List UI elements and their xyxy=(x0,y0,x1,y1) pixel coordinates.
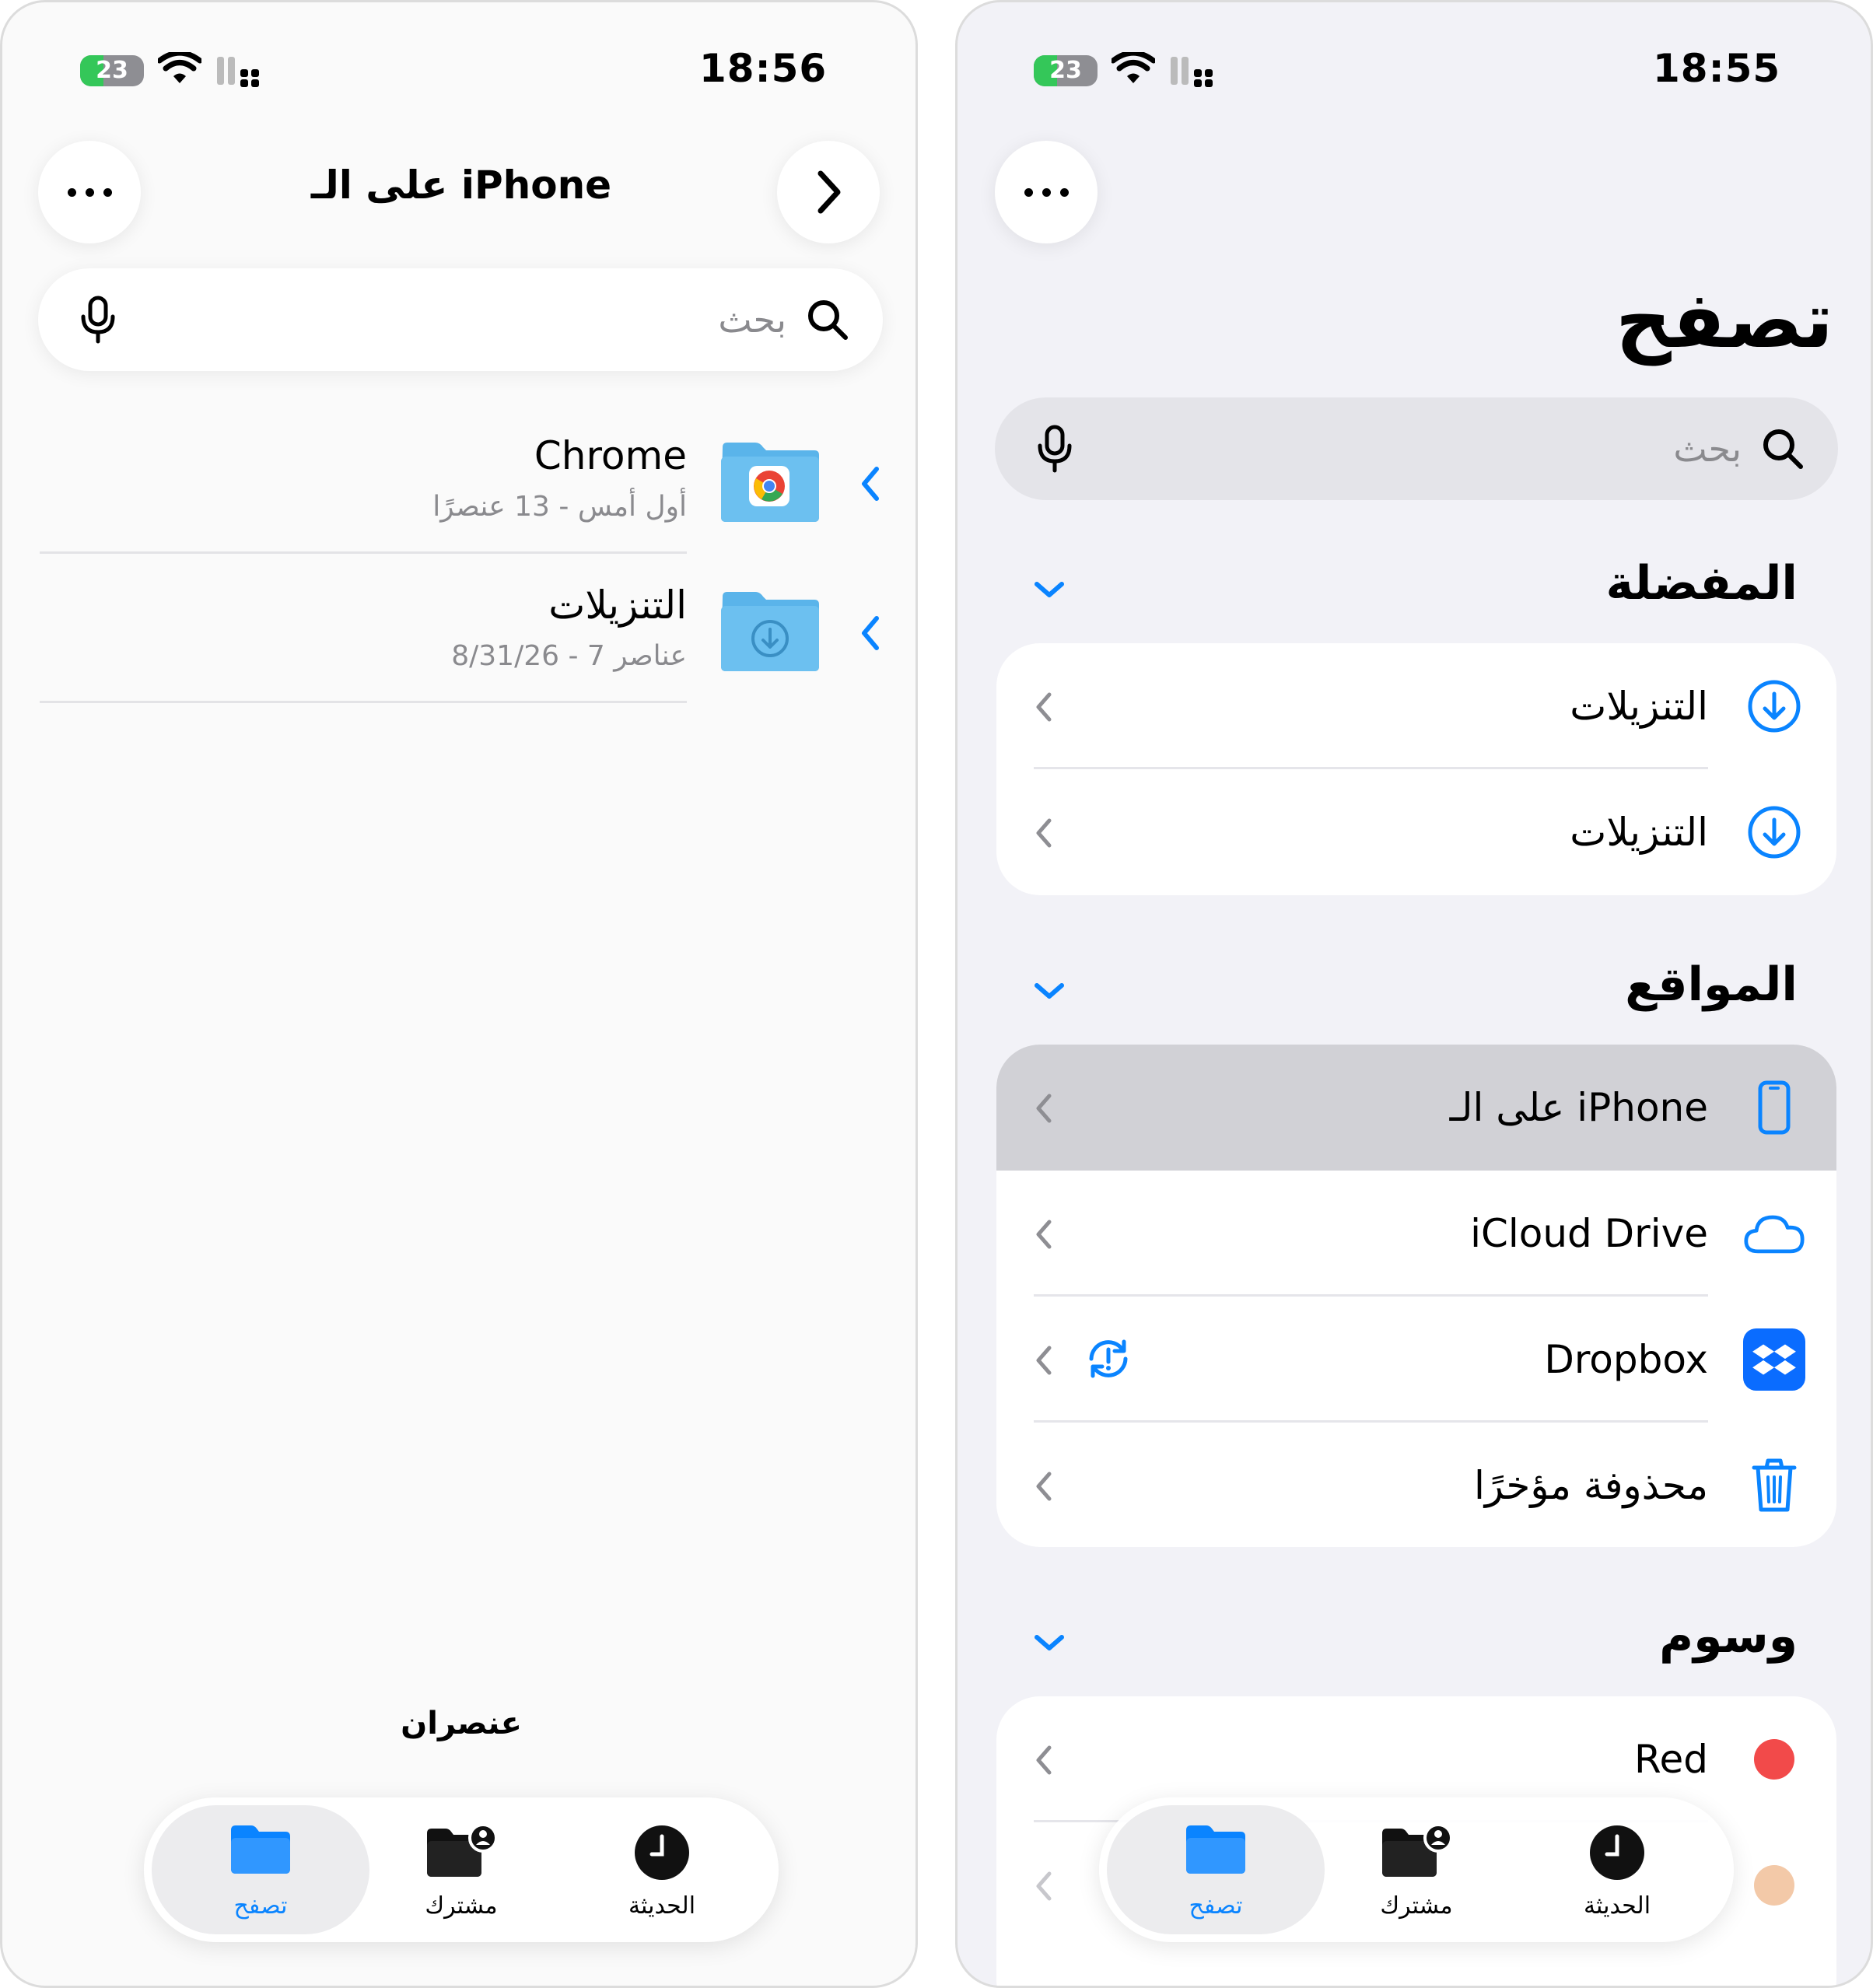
cloud-icon xyxy=(1743,1202,1805,1265)
section-title-tags: وسوم xyxy=(1659,1609,1798,1664)
iphone-icon xyxy=(1743,1076,1805,1139)
clock-icon xyxy=(635,1825,689,1880)
search-field[interactable]: بحث xyxy=(38,268,883,371)
chevron-left-icon xyxy=(1036,1745,1052,1775)
shared-folder-icon xyxy=(427,1824,497,1877)
sidebar-item-label: Dropbox xyxy=(1544,1337,1708,1382)
more-button[interactable] xyxy=(38,141,141,243)
chevron-down-icon[interactable] xyxy=(1032,979,1066,1003)
chevron-left-icon xyxy=(862,616,879,650)
right-screen: 23 18:55 تصفح بحث المفضلة التنزيلات التن… xyxy=(955,0,1873,1988)
dropbox-icon xyxy=(1743,1328,1805,1391)
red-tag-dot-icon xyxy=(1743,1728,1805,1790)
chevron-down-icon[interactable] xyxy=(1032,1631,1066,1654)
tab-label: الحديثة xyxy=(628,1892,696,1920)
tab-shared[interactable]: مشترك xyxy=(1308,1805,1525,1934)
status-time: 18:56 xyxy=(699,46,828,91)
orange-tag-dot-icon xyxy=(1743,1854,1805,1916)
chevron-left-icon xyxy=(1036,1220,1052,1249)
tab-bar: تصفح مشترك الحديثة xyxy=(1099,1797,1734,1942)
sidebar-item-recently-deleted[interactable]: محذوفة مؤخرًا xyxy=(996,1423,1836,1547)
shared-folder-icon xyxy=(1382,1824,1452,1877)
row-divider xyxy=(40,551,687,554)
sync-warning-icon[interactable] xyxy=(1084,1335,1133,1382)
locations-group: على الـ iPhone iCloud Drive Dropbox محذو… xyxy=(996,1045,1836,1547)
tab-label: مشترك xyxy=(425,1892,498,1920)
folder-icon xyxy=(1186,1825,1245,1874)
sidebar-item-label: التنزيلات xyxy=(1570,684,1708,729)
file-name: التنزيلات xyxy=(548,583,687,628)
large-title: تصفح xyxy=(1615,275,1833,366)
microphone-icon[interactable] xyxy=(1035,424,1074,474)
search-icon xyxy=(808,300,848,340)
download-icon xyxy=(1743,801,1805,863)
chevron-left-icon xyxy=(1036,1094,1052,1123)
sidebar-item-icloud-drive[interactable]: iCloud Drive xyxy=(996,1171,1836,1297)
forward-button[interactable] xyxy=(777,141,880,243)
wifi-icon xyxy=(1112,52,1155,83)
cellular-icon xyxy=(1171,57,1213,87)
tab-browse[interactable]: تصفح xyxy=(152,1805,369,1934)
tab-recents[interactable]: الحديثة xyxy=(553,1805,771,1934)
section-title-favorites: المفضلة xyxy=(1605,556,1798,611)
item-count: عنصران xyxy=(401,1706,522,1741)
chevron-left-icon xyxy=(1036,818,1052,848)
sidebar-item-label: محذوفة مؤخرًا xyxy=(1473,1463,1708,1508)
favorites-group: التنزيلات التنزيلات xyxy=(996,643,1836,895)
downloads-folder-icon xyxy=(721,592,819,671)
sidebar-item-dropbox[interactable]: Dropbox xyxy=(996,1297,1836,1423)
chevron-left-icon xyxy=(1036,1472,1052,1501)
folder-icon xyxy=(231,1825,290,1874)
clock-icon xyxy=(1590,1825,1644,1880)
chrome-folder-icon xyxy=(721,443,819,522)
battery-icon: 23 xyxy=(1034,55,1098,86)
ellipsis-icon xyxy=(1024,187,1069,197)
battery-icon: 23 xyxy=(80,55,144,86)
page-title: على الـ iPhone xyxy=(310,163,612,208)
section-title-locations: المواقع xyxy=(1625,957,1798,1012)
file-row-downloads[interactable]: التنزيلات 8/31/26 - 7 عناصر xyxy=(2,572,915,712)
sidebar-item-downloads-2[interactable]: التنزيلات xyxy=(996,769,1836,895)
file-name: Chrome xyxy=(534,433,687,478)
trash-icon xyxy=(1743,1454,1805,1517)
search-icon xyxy=(1763,429,1803,469)
file-meta: أول أمس - 13 عنصرًا xyxy=(432,491,687,523)
tab-label: مشترك xyxy=(1380,1892,1453,1920)
sidebar-item-label: iCloud Drive xyxy=(1470,1211,1708,1256)
file-meta: 8/31/26 - 7 عناصر xyxy=(451,640,687,672)
tab-bar: تصفح مشترك الحديثة xyxy=(144,1797,779,1942)
file-row-chrome[interactable]: Chrome أول أمس - 13 عنصرًا xyxy=(2,422,915,562)
sidebar-item-label: التنزيلات xyxy=(1570,810,1708,855)
tab-label: تصفح xyxy=(1189,1892,1243,1920)
search-placeholder: بحث xyxy=(718,299,786,341)
wifi-icon xyxy=(158,52,201,83)
ellipsis-icon xyxy=(67,187,112,197)
status-time: 18:55 xyxy=(1653,46,1781,91)
chevron-left-icon xyxy=(1036,692,1052,722)
left-screen: 23 18:56 على الـ iPhone بحث Chrome أول أ… xyxy=(0,0,918,1988)
sidebar-item-label: على الـ iPhone xyxy=(1449,1085,1708,1130)
tab-browse[interactable]: تصفح xyxy=(1107,1805,1325,1934)
download-icon xyxy=(1743,675,1805,737)
sidebar-item-on-iphone[interactable]: على الـ iPhone xyxy=(996,1045,1836,1171)
tab-label: الحديثة xyxy=(1583,1892,1651,1920)
chevron-right-icon xyxy=(817,170,841,214)
tab-shared[interactable]: مشترك xyxy=(352,1805,570,1934)
chevron-left-icon xyxy=(862,467,879,501)
chevron-down-icon[interactable] xyxy=(1032,578,1066,601)
row-divider xyxy=(40,701,687,703)
tab-recents[interactable]: الحديثة xyxy=(1508,1805,1726,1934)
chevron-left-icon xyxy=(1036,1871,1052,1901)
chevron-left-icon xyxy=(1036,1346,1052,1375)
sidebar-item-downloads[interactable]: التنزيلات xyxy=(996,643,1836,769)
search-placeholder: بحث xyxy=(1673,428,1742,470)
tab-label: تصفح xyxy=(233,1892,288,1920)
microphone-icon[interactable] xyxy=(79,295,117,345)
more-button[interactable] xyxy=(995,141,1098,243)
search-field[interactable]: بحث xyxy=(995,397,1838,500)
cellular-icon xyxy=(217,57,259,87)
